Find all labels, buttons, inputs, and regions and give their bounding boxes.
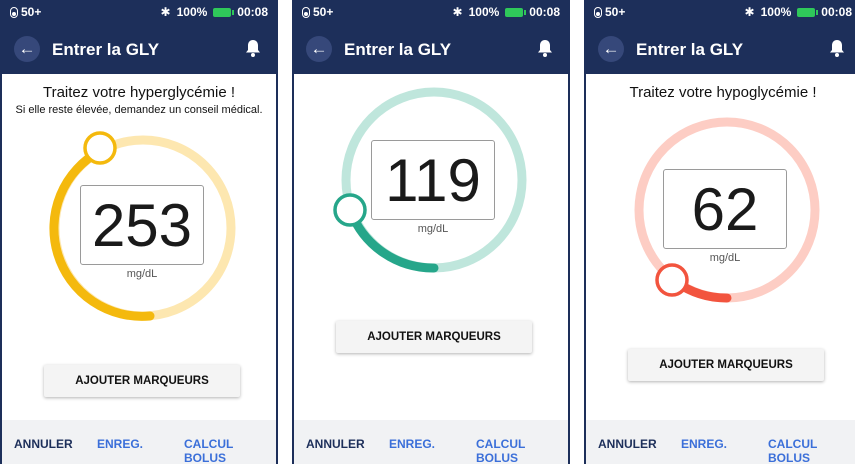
add-markers-button[interactable]: AJOUTER MARQUEURS [336, 321, 532, 353]
glucose-unit: mg/dL [709, 252, 741, 264]
bolus-calc-button[interactable]: CALCUL BOLUS [768, 437, 855, 464]
add-markers-button[interactable]: AJOUTER MARQUEURS [44, 365, 240, 397]
glucose-unit: mg/dL [126, 268, 158, 280]
screen-normal: 50+ ✱ 100% 00:08 ← Entrer la GLY 119 mg/… [292, 0, 570, 464]
gauge-handle[interactable] [655, 263, 689, 297]
cancel-button[interactable]: ANNULER [306, 437, 365, 451]
gauge-handle[interactable] [83, 131, 117, 165]
bolus-calc-button[interactable]: CALCUL BOLUS [476, 437, 568, 464]
gauge-handle[interactable] [333, 193, 367, 227]
footer-actions: ANNULER ENREG. CALCUL BOLUS [2, 420, 276, 464]
footer-actions: ANNULER ENREG. CALCUL BOLUS [294, 420, 568, 464]
bolus-calc-button[interactable]: CALCUL BOLUS [184, 437, 276, 464]
cancel-button[interactable]: ANNULER [598, 437, 657, 451]
cancel-button[interactable]: ANNULER [14, 437, 73, 451]
save-button[interactable]: ENREG. [681, 437, 727, 451]
save-button[interactable]: ENREG. [389, 437, 435, 451]
add-markers-button[interactable]: AJOUTER MARQUEURS [628, 349, 824, 381]
footer-actions: ANNULER ENREG. CALCUL BOLUS [586, 420, 855, 464]
glucose-unit: mg/dL [417, 223, 449, 235]
glucose-value[interactable]: 62 [663, 169, 787, 249]
glucose-value[interactable]: 119 [371, 140, 495, 220]
screen-hypoglycemia: 50+ ✱ 100% 00:08 ← Entrer la GLY Traitez… [584, 0, 855, 464]
screen-hyperglycemia: 50+ ✱ 100% 00:08 ← Entrer la GLY Traitez… [0, 0, 278, 464]
glucose-value[interactable]: 253 [80, 185, 204, 265]
gauge-value-arc [346, 207, 439, 273]
save-button[interactable]: ENREG. [97, 437, 143, 451]
